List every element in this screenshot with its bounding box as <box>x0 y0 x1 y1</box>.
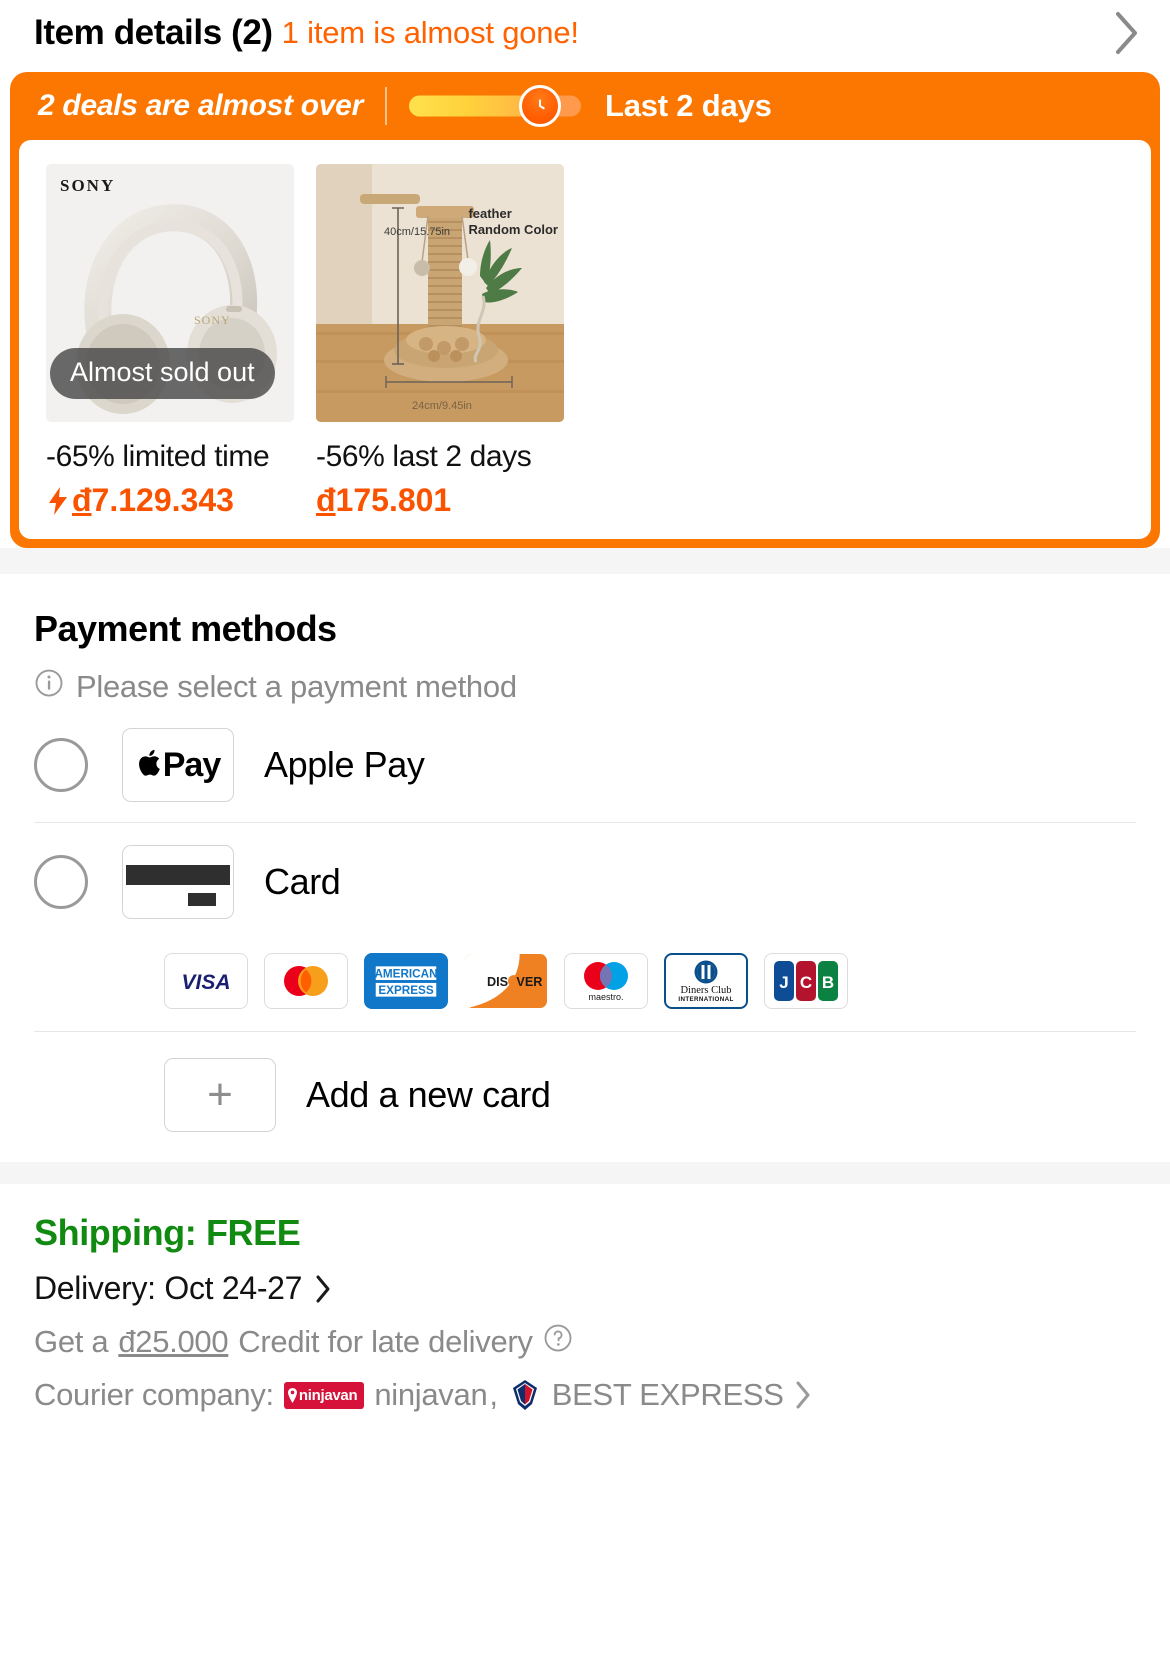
card-brand-list: VISA AMERICAN EXPRESS DISC VER maestro. … <box>34 939 1136 1031</box>
info-icon <box>34 668 64 706</box>
svg-text:INTERNATIONAL: INTERNATIONAL <box>678 996 733 1003</box>
jcb-icon: J C B <box>764 953 848 1009</box>
discover-icon: DISC VER <box>464 953 548 1009</box>
credit-card-glyph <box>126 848 230 916</box>
apple-pay-logo: Pay <box>122 728 234 802</box>
mastercard-icon <box>264 953 348 1009</box>
deals-banner-headline: 2 deals are almost over <box>38 89 363 122</box>
deals-list: SONY SONY Almost sold out -65% limited t… <box>19 140 1151 539</box>
payment-option-apple-pay[interactable]: Pay Apple Pay <box>34 706 1136 822</box>
price-value: 7.129.343 <box>91 482 234 518</box>
page-title: Item details (2) <box>34 13 273 52</box>
apple-pay-mark: Pay <box>136 746 221 785</box>
add-new-card-label: Add a new card <box>306 1074 551 1115</box>
credit-suffix: Credit for late delivery <box>238 1324 533 1359</box>
section-divider <box>0 1162 1170 1184</box>
status-badge: Almost sold out <box>50 348 275 399</box>
payment-option-label: Apple Pay <box>264 744 425 785</box>
payment-note: Please select a payment method <box>34 668 1136 706</box>
courier-2-name: BEST EXPRESS <box>551 1377 784 1412</box>
svg-text:VER: VER <box>516 975 542 989</box>
cat-tree-illustration: 40cm/15.75in 24cm/9.45in feather Random … <box>316 164 564 422</box>
delivery-date-label: Delivery: Oct 24-27 <box>34 1270 303 1306</box>
progress-fill <box>408 95 537 117</box>
deal-item[interactable]: 40cm/15.75in 24cm/9.45in feather Random … <box>316 164 564 519</box>
credit-card-icon <box>122 845 234 919</box>
diners-club-icon: Diners Club INTERNATIONAL <box>664 953 748 1009</box>
apple-pay-logo-text: Pay <box>162 745 221 784</box>
currency-symbol: đ <box>72 482 92 518</box>
deals-card[interactable]: 2 deals are almost over Last 2 days SONY <box>10 72 1160 548</box>
svg-text:AMERICAN: AMERICAN <box>374 968 437 981</box>
chevron-right-icon[interactable] <box>1114 11 1140 55</box>
credit-amount: đ25.000 <box>118 1324 229 1359</box>
deal-discount: -65% limited time <box>46 440 270 473</box>
ninjavan-logo: ninjavan <box>283 1381 365 1409</box>
item-details-header[interactable]: Item details (2) 1 item is almost gone! <box>0 0 1170 66</box>
chevron-right-icon[interactable] <box>794 1380 812 1410</box>
card-chip <box>188 893 216 906</box>
dimension-horizontal-label: 24cm/9.45in <box>412 400 472 412</box>
svg-text:B: B <box>822 973 834 992</box>
svg-text:C: C <box>800 973 812 992</box>
dimension-vertical-label: 40cm/15.75in <box>384 226 451 238</box>
american-express-icon: AMERICAN EXPRESS <box>364 953 448 1009</box>
shipping-cost: Shipping: FREE <box>34 1212 301 1253</box>
svg-text:maestro.: maestro. <box>588 992 623 1002</box>
delivery-date-row[interactable]: Delivery: Oct 24-27 <box>34 1270 1136 1307</box>
item-almost-gone-note: 1 item is almost gone! <box>281 15 579 50</box>
add-new-card-button[interactable]: + Add a new card <box>34 1032 1136 1162</box>
svg-text:VISA: VISA <box>181 971 230 994</box>
deal-item[interactable]: SONY SONY Almost sold out -65% limited t… <box>46 164 294 519</box>
question-circle-icon[interactable] <box>543 1323 573 1361</box>
best-express-logo <box>508 1378 542 1412</box>
deals-progress-bar <box>408 85 581 127</box>
image-caption: feather Random Color <box>468 206 558 239</box>
deal-discount: -56% last 2 days <box>316 440 532 473</box>
banner-divider <box>384 87 387 125</box>
radio-card[interactable] <box>34 855 88 909</box>
deal-image[interactable]: 40cm/15.75in 24cm/9.45in feather Random … <box>316 164 564 422</box>
deal-price: đ 7.129.343 <box>46 482 294 519</box>
clock-icon <box>518 85 561 127</box>
svg-text:EXPRESS: EXPRESS <box>378 984 433 997</box>
section-divider <box>0 548 1170 574</box>
courier-1-name: ninjavan <box>374 1377 488 1412</box>
chevron-right-icon[interactable] <box>314 1274 332 1304</box>
image-caption-line1: feather <box>468 206 512 221</box>
payment-option-label: Card <box>264 861 341 902</box>
deal-image[interactable]: SONY SONY Almost sold out <box>46 164 294 422</box>
courier-label: Courier company: <box>34 1377 274 1412</box>
late-delivery-credit-row: Get a đ25.000 Credit for late delivery <box>34 1323 1136 1361</box>
payment-option-card[interactable]: Card <box>34 823 1136 939</box>
visa-icon: VISA <box>164 953 248 1009</box>
svg-text:Diners Club: Diners Club <box>680 985 731 996</box>
deal-price: đ 175.801 <box>316 482 564 519</box>
payment-methods-title: Payment methods <box>34 608 337 649</box>
bolt-icon <box>46 486 70 516</box>
card-magnetic-stripe <box>126 865 230 885</box>
ninjavan-logo-text: ninjavan <box>298 1386 358 1404</box>
currency-symbol: đ <box>316 482 336 518</box>
deals-banner: 2 deals are almost over Last 2 days <box>10 72 1160 140</box>
svg-text:J: J <box>779 973 788 992</box>
shipping-section: Shipping: FREE Delivery: Oct 24-27 Get a… <box>0 1184 1170 1413</box>
payment-methods-section: Payment methods Please select a payment … <box>0 574 1170 1162</box>
deals-countdown-label: Last 2 days <box>604 88 772 123</box>
courier-separator: , <box>489 1377 498 1412</box>
courier-company-row[interactable]: Courier company: ninjavan ninjavan, BEST… <box>34 1377 1136 1413</box>
price-value: 175.801 <box>335 482 452 518</box>
payment-note-text: Please select a payment method <box>76 669 517 704</box>
image-caption-line2: Random Color <box>468 222 558 238</box>
plus-icon[interactable]: + <box>164 1058 276 1132</box>
credit-prefix: Get a <box>34 1324 109 1359</box>
maestro-icon: maestro. <box>564 953 648 1009</box>
radio-apple-pay[interactable] <box>34 738 88 792</box>
svg-text:SONY: SONY <box>194 313 231 327</box>
